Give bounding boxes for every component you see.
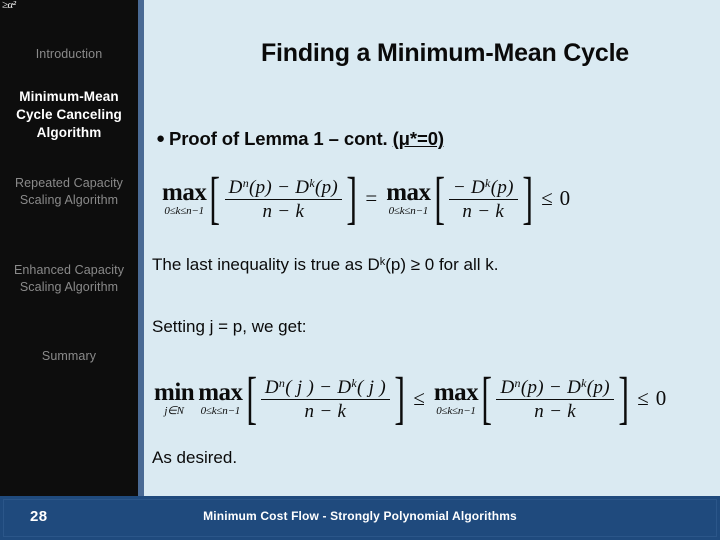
formula1-max-operator-2: max 0≤k≤n−1 <box>386 178 431 217</box>
formula2-bracket-open-1: [ <box>245 365 257 430</box>
formula1-equals-sign: = <box>365 185 378 210</box>
formula2-fraction-2: Dn(p) − Dk(p) n − k <box>496 372 614 424</box>
formula2-bracket-close-2: ] <box>618 365 629 430</box>
page-title: Finding a Minimum-Mean Cycle <box>260 39 630 67</box>
formula2-fraction-1: Dn( j ) − Dk( j ) n − k <box>260 372 390 424</box>
formula1-bracket-close-2: ] <box>522 165 533 230</box>
formula2-max-operator-2: max 0≤k≤n−1 <box>433 378 479 417</box>
formula1-bracket-close-1: ] <box>346 165 357 230</box>
formula1-bracket-open-1: [ <box>209 165 221 230</box>
formula-lemma-max-inequality: max 0≤k≤n−1 [ Dn(p) − Dk(p) n − k ] = max… <box>160 165 571 230</box>
sidebar-item-introduction[interactable]: Introduction <box>0 46 138 63</box>
formula2-leq-sign-1: ≤ <box>413 385 425 410</box>
formula2-result-zero: 0 <box>655 385 667 410</box>
formula1-leq-sign: ≤ <box>541 185 553 210</box>
corner-math-fragment: ≥α² <box>2 0 16 11</box>
sidebar-item-summary[interactable]: Summary <box>0 348 138 365</box>
bullet-heading: ● Proof of Lemma 1 – cont. (μ*=0) <box>156 128 444 150</box>
formula2-max-operator-1: max 0≤k≤n−1 <box>198 378 243 417</box>
sidebar-navigation: ≥α² Introduction Minimum-Mean Cycle Canc… <box>0 0 138 496</box>
formula2-bracket-open-2: [ <box>481 365 493 430</box>
explanation-text-inequality: The last inequality is true as Dk(p) ≥ 0… <box>152 255 499 274</box>
sidebar-item-enhanced-capacity-scaling-algorithm[interactable]: Enhanced Capacity Scaling Algorithm <box>0 262 138 295</box>
formula1-fraction-1: Dn(p) − Dk(p) n − k <box>224 172 343 224</box>
bullet-heading-underlined: (μ*=0) <box>392 128 444 149</box>
bullet-heading-text: Proof of Lemma 1 – cont. <box>168 128 393 149</box>
formula2-leq-sign-2: ≤ <box>637 385 649 410</box>
sidebar-accent-stripe <box>138 0 144 496</box>
sidebar-item-minimum-mean-cycle-canceling-algorithm[interactable]: Minimum-Mean Cycle Canceling Algorithm <box>0 88 138 142</box>
sidebar-item-repeated-capacity-scaling-algorithm[interactable]: Repeated Capacity Scaling Algorithm <box>0 175 138 208</box>
formula-min-max-inequality: min j∈N max 0≤k≤n−1 [ Dn( j ) − Dk( j ) … <box>152 365 667 430</box>
bullet-dot-icon: ● <box>156 130 165 147</box>
footer-title: Minimum Cost Flow - Strongly Polynomial … <box>203 509 517 523</box>
explanation-text-setting: Setting j = p, we get: <box>152 317 307 336</box>
formula1-fraction-2: − Dk(p) n − k <box>448 172 518 224</box>
formula2-min-operator: min j∈N <box>154 378 195 417</box>
slide-canvas: ≥α² Introduction Minimum-Mean Cycle Canc… <box>0 0 720 540</box>
formula1-bracket-open-2: [ <box>433 165 445 230</box>
formula1-max-operator-1: max 0≤k≤n−1 <box>162 178 207 217</box>
formula1-result-zero: 0 <box>559 185 571 210</box>
conclusion-text: As desired. <box>152 448 238 467</box>
formula2-bracket-close-1: ] <box>394 365 405 430</box>
